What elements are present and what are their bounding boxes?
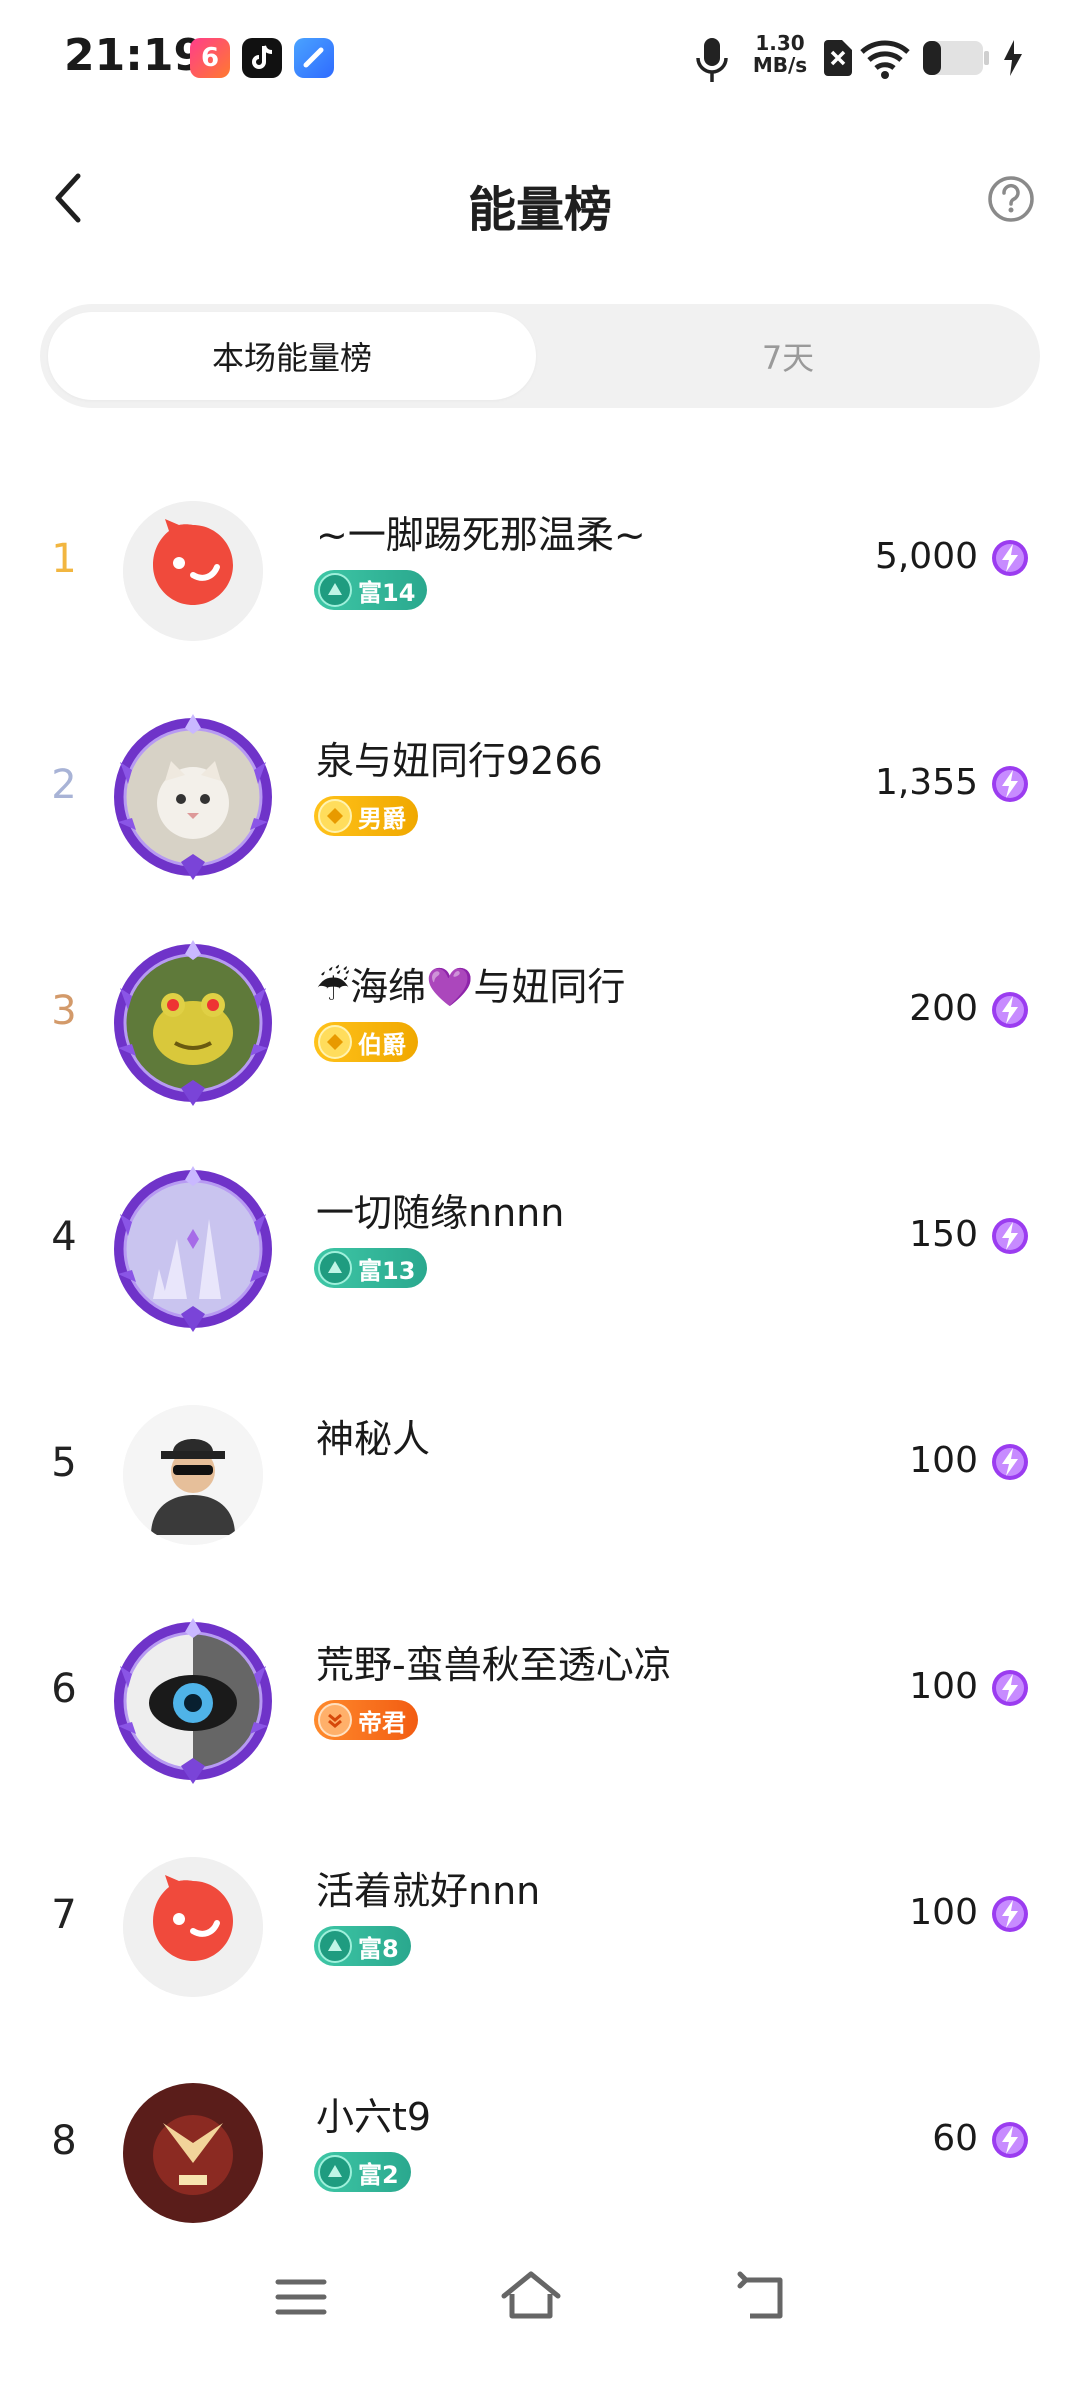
rank-number: 3 bbox=[51, 988, 77, 1034]
badge-label: 富13 bbox=[358, 1256, 416, 1285]
badge-level-icon bbox=[318, 1703, 352, 1737]
status-time: 21:19 bbox=[64, 30, 205, 81]
ranking-row[interactable]: 5 神秘人 100 bbox=[0, 1374, 1080, 1604]
level-badge: 帝君 bbox=[314, 1700, 418, 1740]
user-name: 荒野-蛮兽秋至透心凉 bbox=[316, 1643, 672, 1687]
badge-level-icon bbox=[318, 799, 352, 833]
rank-number: 2 bbox=[51, 762, 77, 808]
ranking-row[interactable]: 1 ~一脚踢死那温柔~ 富14 5,000 bbox=[0, 470, 1080, 700]
level-badge: 富14 bbox=[314, 570, 428, 610]
rank-number: 4 bbox=[51, 1214, 77, 1260]
rank-number: 8 bbox=[51, 2118, 77, 2164]
badge-level-icon bbox=[318, 1929, 352, 1963]
energy-score: 1,355 bbox=[874, 762, 978, 803]
energy-lightning-icon bbox=[992, 1670, 1028, 1706]
page-title: 能量榜 bbox=[467, 182, 612, 238]
energy-lightning-icon bbox=[992, 992, 1028, 1028]
weibo-logo-image bbox=[123, 501, 263, 641]
user-name: ☔海绵💜与妞同行 bbox=[316, 965, 626, 1009]
ranking-tabs: 本场能量榜 7天 bbox=[40, 304, 1040, 408]
rank-number: 7 bbox=[51, 1892, 77, 1938]
energy-lightning-icon bbox=[992, 1896, 1028, 1932]
network-speed-unit: MB/s bbox=[752, 53, 808, 77]
tab-current-session[interactable]: 本场能量榜 bbox=[48, 312, 536, 400]
energy-score: 100 bbox=[909, 1440, 978, 1481]
energy-score: 100 bbox=[909, 1892, 978, 1933]
wifi-icon bbox=[860, 40, 910, 79]
rank-number: 5 bbox=[51, 1440, 77, 1486]
avatar[interactable] bbox=[108, 1164, 278, 1334]
level-badge: 富8 bbox=[314, 1926, 411, 1966]
energy-score: 150 bbox=[909, 1214, 978, 1255]
badge-level-icon bbox=[318, 573, 352, 607]
user-name: 一切随缘nnnn bbox=[316, 1191, 565, 1235]
level-badge: 伯爵 bbox=[314, 1022, 418, 1062]
user-name: 神秘人 bbox=[316, 1417, 431, 1461]
badge-level-icon bbox=[318, 1025, 352, 1059]
level-badge: 富2 bbox=[314, 2152, 411, 2192]
user-name: ~一脚踢死那温柔~ bbox=[316, 513, 646, 557]
level-badge: 男爵 bbox=[314, 796, 418, 836]
browser-app-icon bbox=[294, 38, 334, 78]
badge-label: 富8 bbox=[358, 1934, 399, 1963]
header: 能量榜 bbox=[0, 150, 1080, 250]
avatar[interactable] bbox=[108, 938, 278, 1108]
avatar-frame-icon bbox=[114, 1618, 272, 1784]
help-icon[interactable] bbox=[986, 174, 1036, 224]
avatar-frame-icon bbox=[114, 714, 272, 880]
avatar[interactable] bbox=[108, 2068, 278, 2238]
user-name: 小六t9 bbox=[316, 2095, 432, 2139]
energy-lightning-icon bbox=[992, 2122, 1028, 2158]
battery-icon bbox=[923, 41, 989, 75]
badge-label: 富2 bbox=[358, 2160, 399, 2189]
back-nav-icon[interactable] bbox=[730, 2262, 800, 2332]
microphone-icon bbox=[696, 38, 728, 82]
avatar[interactable] bbox=[108, 712, 278, 882]
badge-level-icon bbox=[318, 1251, 352, 1285]
user-name: 泉与妞同行9266 bbox=[316, 739, 603, 783]
ranking-row[interactable]: 2 泉与妞同行9266 男爵 1,355 bbox=[0, 696, 1080, 926]
avatar[interactable] bbox=[108, 486, 278, 656]
network-speed: 1.30 MB/s bbox=[750, 32, 810, 76]
ranking-row[interactable]: 4 一切随缘nnnn 富13 150 bbox=[0, 1148, 1080, 1378]
avatar-frame-icon bbox=[114, 940, 272, 1106]
energy-score: 200 bbox=[909, 988, 978, 1029]
energy-score: 5,000 bbox=[874, 536, 978, 577]
weibo-logo-image bbox=[123, 1857, 263, 1997]
avatar[interactable] bbox=[108, 1842, 278, 2012]
rank-number: 6 bbox=[51, 1666, 77, 1712]
avatar[interactable] bbox=[108, 1616, 278, 1786]
user-name: 活着就好nnn bbox=[316, 1869, 541, 1913]
six-app-icon: 6 bbox=[190, 38, 230, 78]
mystery-man-image bbox=[123, 1405, 263, 1545]
ranking-row[interactable]: 6 荒野-蛮兽秋至透心凉帝君 100 bbox=[0, 1600, 1080, 1830]
avatar-frame-icon bbox=[114, 1166, 272, 1332]
no-sim-icon bbox=[824, 40, 852, 76]
level-badge: 富13 bbox=[314, 1248, 428, 1288]
energy-lightning-icon bbox=[992, 1444, 1028, 1480]
rank-number: 1 bbox=[51, 536, 77, 582]
energy-score: 60 bbox=[932, 2118, 978, 2159]
badge-label: 富14 bbox=[358, 578, 416, 607]
energy-lightning-icon bbox=[992, 540, 1028, 576]
energy-lightning-icon bbox=[992, 766, 1028, 802]
game-hero-image bbox=[123, 2083, 263, 2223]
avatar[interactable] bbox=[108, 1390, 278, 1560]
home-icon[interactable] bbox=[496, 2262, 566, 2332]
ranking-row[interactable]: 3 ☔海绵💜与妞同行伯爵 200 bbox=[0, 922, 1080, 1152]
energy-score: 100 bbox=[909, 1666, 978, 1707]
energy-lightning-icon bbox=[992, 1218, 1028, 1254]
tiktok-app-icon bbox=[242, 38, 282, 78]
ranking-row[interactable]: 7 活着就好nnn 富8 100 bbox=[0, 1826, 1080, 2056]
menu-icon[interactable] bbox=[266, 2262, 336, 2332]
charging-icon bbox=[1004, 40, 1022, 76]
badge-label: 伯爵 bbox=[358, 1030, 406, 1059]
network-speed-value: 1.30 bbox=[755, 31, 805, 55]
badge-label: 帝君 bbox=[358, 1708, 406, 1737]
system-navigation-bar bbox=[0, 2236, 1080, 2366]
badge-level-icon bbox=[318, 2155, 352, 2189]
tab-7-days[interactable]: 7天 bbox=[544, 312, 1032, 400]
status-bar: 21:19 6 1.30 MB/s bbox=[0, 0, 1080, 116]
badge-label: 男爵 bbox=[358, 804, 406, 833]
